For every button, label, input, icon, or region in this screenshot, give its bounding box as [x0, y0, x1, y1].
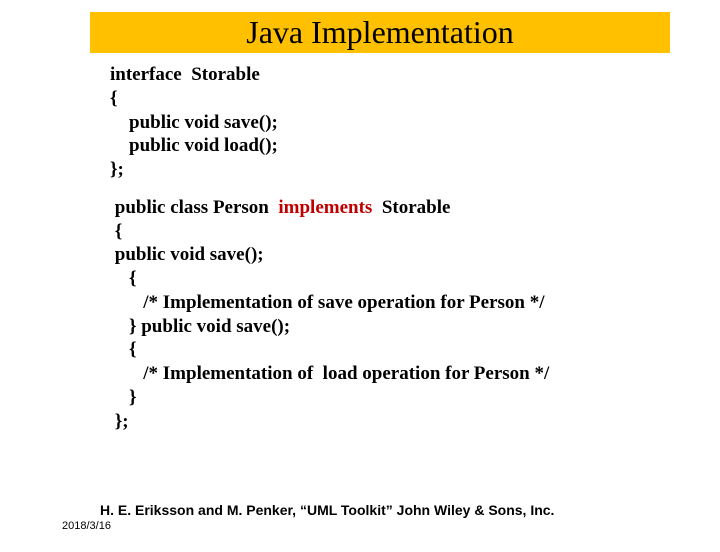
- code-line: public void save();: [110, 111, 680, 135]
- code-content: interface Storable { public void save();…: [110, 63, 680, 433]
- code-line: }: [110, 386, 680, 410]
- code-line: } public void save();: [110, 315, 680, 339]
- code-line: {: [110, 220, 680, 244]
- code-line: public void save();: [110, 243, 680, 267]
- code-line: {: [110, 87, 680, 111]
- code-line: {: [110, 338, 680, 362]
- code-line: /* Implementation of save operation for …: [110, 291, 680, 315]
- slide-title: Java Implementation: [90, 12, 670, 53]
- code-line: interface Storable: [110, 63, 680, 87]
- code-line: public class Person implements Storable: [110, 196, 680, 220]
- code-line: public void load();: [110, 134, 680, 158]
- code-line: {: [110, 267, 680, 291]
- citation-text: H. E. Eriksson and M. Penker, “UML Toolk…: [100, 502, 554, 518]
- code-line: };: [110, 410, 680, 434]
- code-line: };: [110, 158, 680, 182]
- footer-date: 2018/3/16: [62, 520, 111, 532]
- spacer: [110, 182, 680, 196]
- code-line: /* Implementation of load operation for …: [110, 362, 680, 386]
- keyword-implements: implements: [278, 197, 372, 218]
